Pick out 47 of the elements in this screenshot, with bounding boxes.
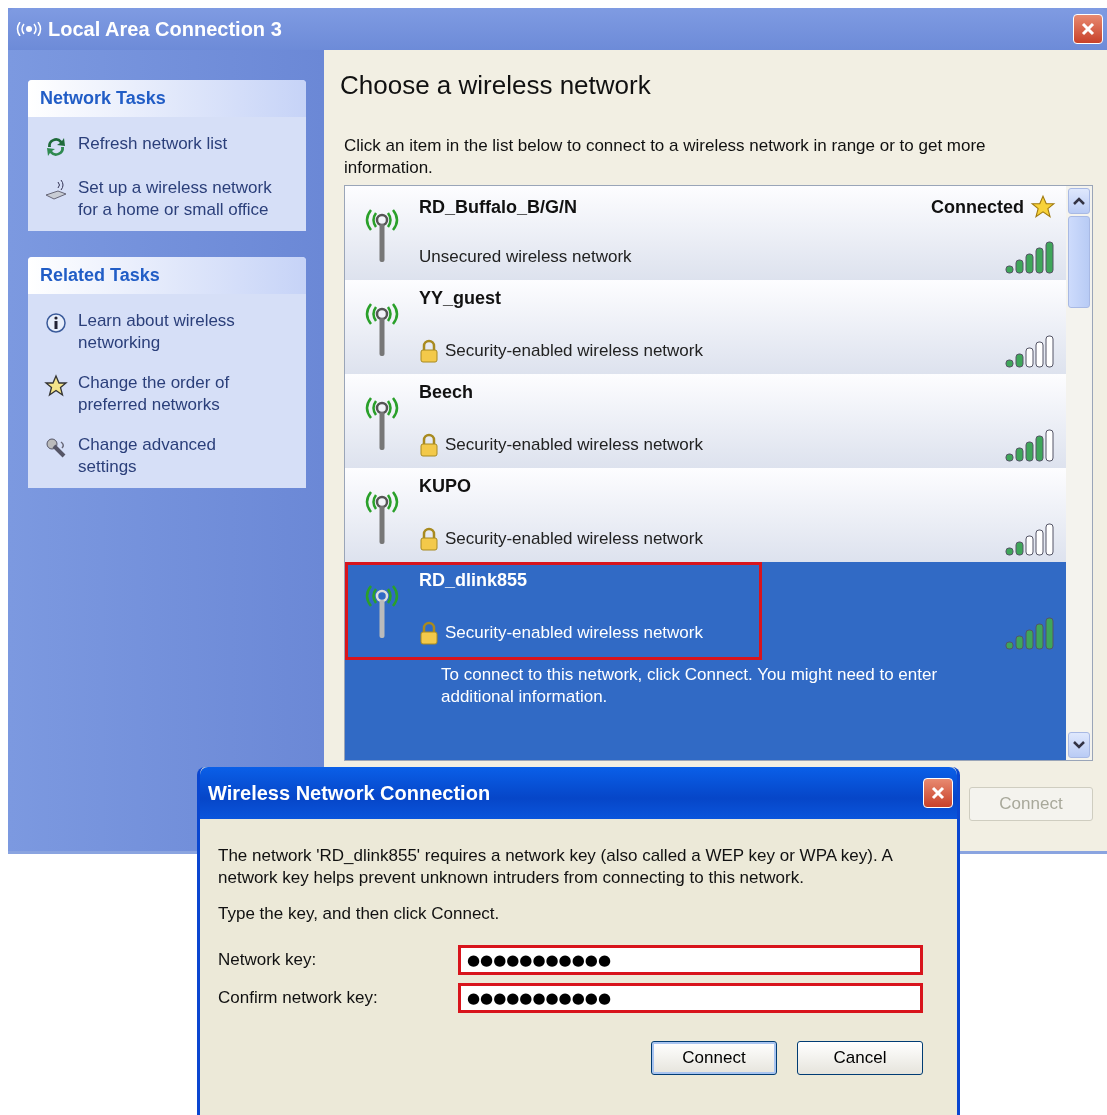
- security-type: Security-enabled wireless network: [445, 529, 703, 549]
- connection-status: Connected: [931, 196, 1024, 218]
- close-icon: [930, 785, 946, 801]
- window-title: Local Area Connection 3: [48, 17, 282, 41]
- close-button[interactable]: [923, 778, 953, 808]
- security-type: Unsecured wireless network: [419, 247, 632, 267]
- wireless-icon: [16, 22, 42, 36]
- dialog-button[interactable]: Connect: [651, 1041, 777, 1075]
- network-details: To connect to this network, click Connect. You might need to enter additional information.: [440, 664, 939, 708]
- network-name: KUPO: [419, 476, 471, 497]
- network-name: YY_guest: [419, 288, 502, 309]
- dialog-instruction: Type the key, and then click Connect.: [218, 903, 501, 925]
- star-icon: [44, 374, 68, 398]
- task-link[interactable]: Set up a wireless network for a home or small office: [78, 177, 278, 221]
- instructions: Click an item in the list below to connect to a wireless network in range or to get more information.: [344, 135, 987, 179]
- field-label: Confirm network key:: [218, 988, 379, 1008]
- task-link[interactable]: Refresh network list: [78, 133, 228, 155]
- task-link[interactable]: Change advanced settings: [78, 434, 278, 478]
- close-button[interactable]: [1073, 14, 1103, 44]
- scroll-thumb[interactable]: [1068, 216, 1090, 308]
- info-icon: [44, 312, 68, 336]
- page-heading: Choose a wireless network: [340, 70, 652, 101]
- tools-icon: [44, 436, 68, 460]
- network-name: Beech: [419, 382, 474, 403]
- dialog-title: Wireless Network Connection: [208, 781, 491, 805]
- security-type: Security-enabled wireless network: [445, 623, 703, 643]
- network-name: RD_Buffalo_B/G/N: [419, 196, 577, 218]
- dialog-message: The network 'RD_dlink855' requires a network key (also called a WEP key or WPA key). A network key helps prevent unknown intruders from connecting to this network.: [218, 845, 894, 889]
- task-link[interactable]: Learn about wireless networking: [78, 310, 278, 354]
- password-field[interactable]: ●●●●●●●●●●●: [458, 945, 923, 975]
- network-name: RD_dlink855: [419, 570, 528, 591]
- refresh-icon: [44, 135, 68, 159]
- dialog-button[interactable]: Cancel: [797, 1041, 923, 1075]
- security-type: Security-enabled wireless network: [445, 341, 703, 361]
- chevron-down-icon: [1073, 741, 1085, 749]
- field-label: Network key:: [218, 950, 318, 970]
- password-field[interactable]: ●●●●●●●●●●●: [458, 983, 923, 1013]
- panel-title: Network Tasks: [28, 80, 306, 117]
- scroll-up-button[interactable]: [1068, 188, 1090, 214]
- chevron-up-icon: [1073, 197, 1085, 205]
- close-icon: [1080, 21, 1096, 37]
- scroll-down-button[interactable]: [1068, 732, 1090, 758]
- panel-title: Related Tasks: [28, 257, 306, 294]
- scrollbar[interactable]: [1066, 186, 1092, 760]
- security-type: Security-enabled wireless network: [445, 435, 703, 455]
- network-item[interactable]: RD_dlink855 Security-enabled wireless network To connect to this network, click Connect. You might need to enter additional information.: [345, 562, 1066, 760]
- task-link[interactable]: Change the order of preferred networks: [78, 372, 278, 416]
